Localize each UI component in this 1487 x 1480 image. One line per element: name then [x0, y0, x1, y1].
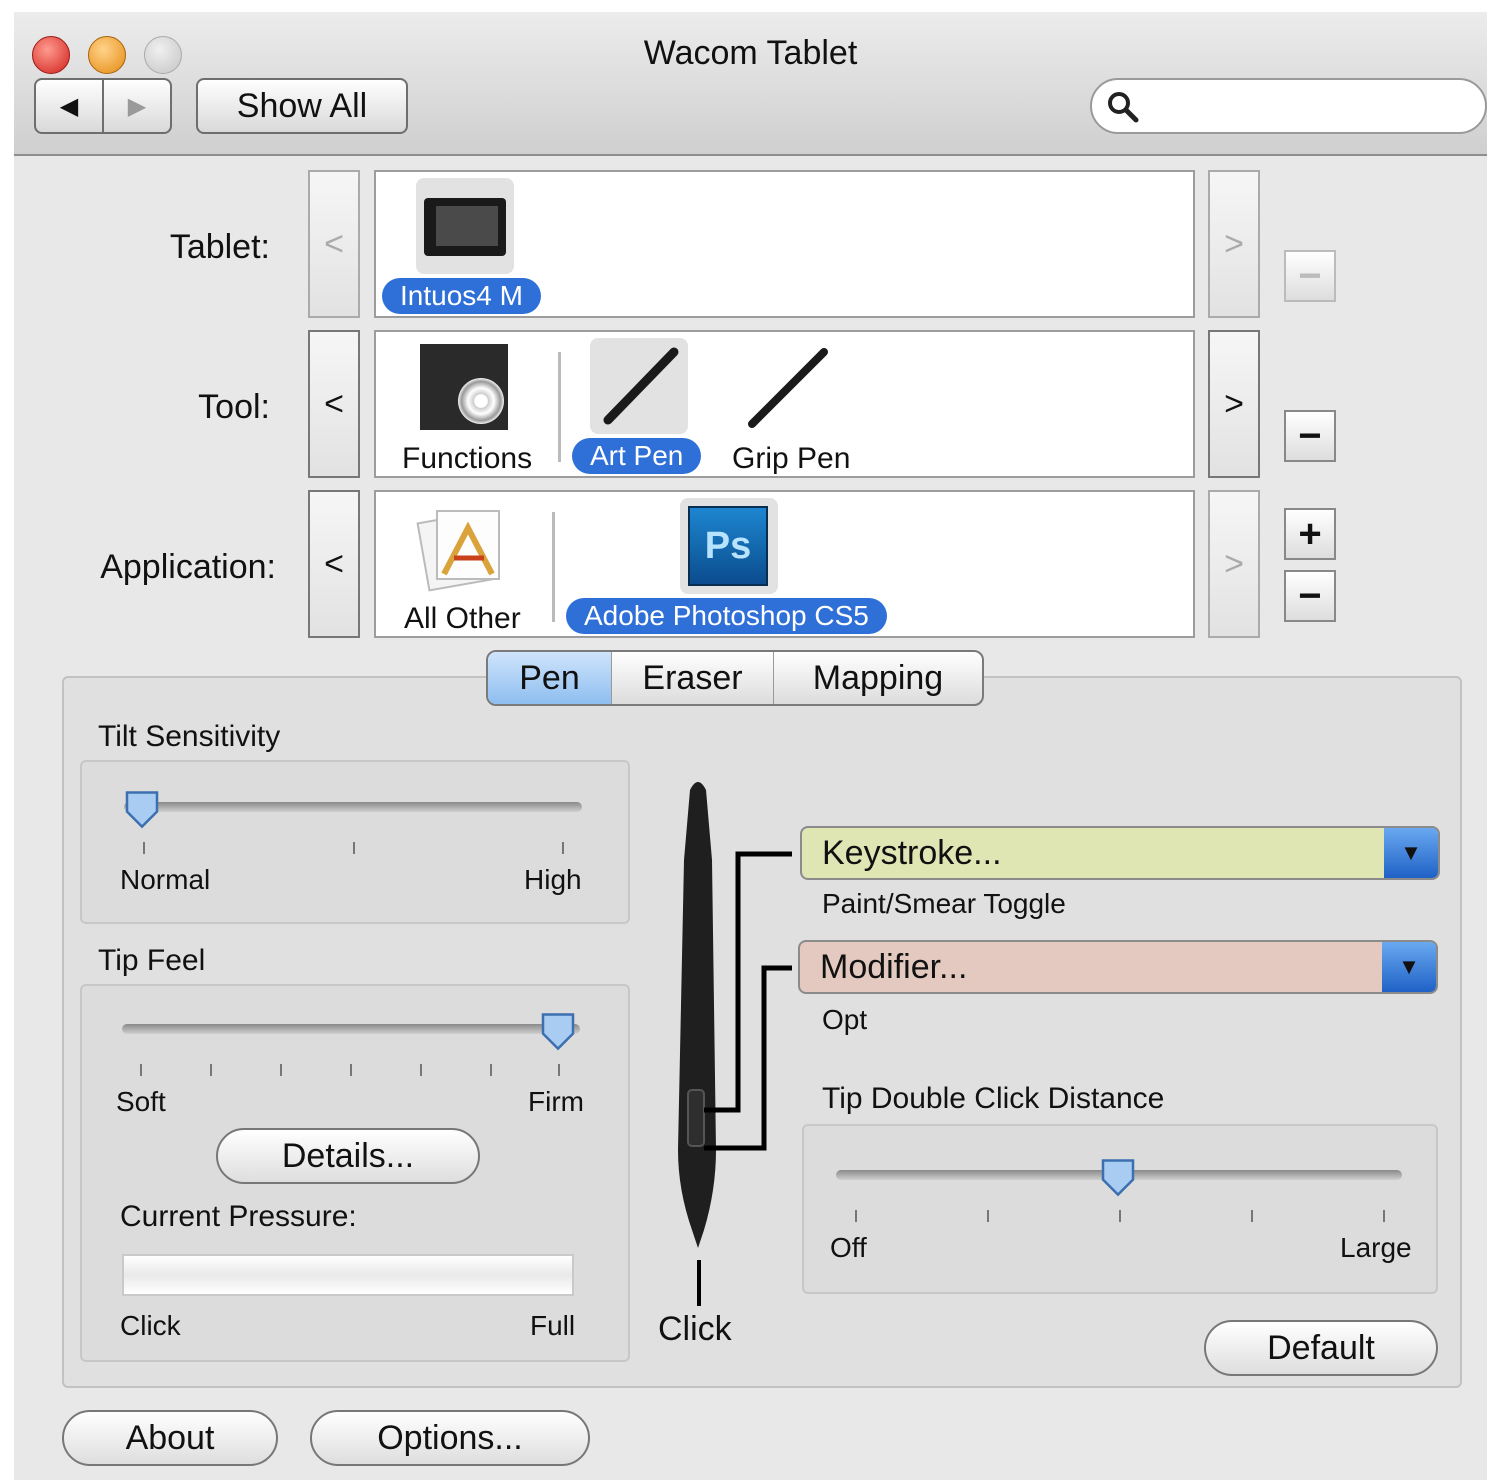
lower-button-value: Modifier... [820, 947, 968, 986]
application-remove-button[interactable]: − [1284, 570, 1336, 622]
photoshop-icon: Ps [680, 498, 778, 594]
tick [855, 1210, 857, 1222]
tip-feel-min-label: Soft [116, 1086, 166, 1117]
pen-illustration [678, 782, 792, 1248]
forward-arrow-icon: ▶ [127, 92, 147, 120]
options-button[interactable]: Options... [310, 1410, 590, 1466]
about-button[interactable]: About [62, 1410, 278, 1466]
divider [552, 512, 555, 622]
art-pen-icon [590, 338, 688, 434]
tick [143, 842, 145, 854]
ps-logo: Ps [688, 506, 768, 586]
double-click-group [802, 1124, 1438, 1294]
tilt-slider-knob[interactable] [122, 790, 162, 830]
pressure-bar [122, 1254, 574, 1296]
tab-eraser[interactable]: Eraser [612, 652, 774, 704]
pressure-max-label: Full [530, 1310, 576, 1341]
tablet-remove-button[interactable]: − [1284, 250, 1336, 302]
tick [490, 1064, 492, 1076]
details-button[interactable]: Details... [216, 1128, 480, 1184]
tip-feel-slider-track[interactable] [122, 1024, 580, 1034]
tool-label: Tool: [198, 388, 270, 426]
upper-button-detail: Paint/Smear Toggle [822, 888, 1066, 919]
chevron-down-icon: ▼ [1384, 828, 1438, 878]
lower-button-detail: Opt [822, 1004, 868, 1035]
tick [1119, 1210, 1121, 1222]
tool-item-functions[interactable]: Functions [402, 442, 532, 476]
pen-tip-line [697, 1260, 701, 1306]
tool-list[interactable]: Functions Art Pen Grip Pen [374, 330, 1195, 478]
application-next-button[interactable]: > [1208, 490, 1260, 638]
tick [140, 1064, 142, 1076]
show-all-button[interactable]: Show All [196, 78, 408, 134]
tick [1251, 1210, 1253, 1222]
current-pressure-title: Current Pressure: [120, 1200, 357, 1233]
application-list[interactable]: All Other Ps Adobe Photoshop CS5 [374, 490, 1195, 638]
window-title: Wacom Tablet [643, 34, 858, 72]
tilt-group [80, 760, 630, 924]
tilt-sensitivity-title: Tilt Sensitivity [98, 720, 281, 753]
application-add-button[interactable]: + [1284, 508, 1336, 560]
tick [280, 1064, 282, 1076]
tick [210, 1064, 212, 1076]
magnifier-icon [1108, 92, 1139, 123]
tilt-min-label: Normal [120, 864, 211, 895]
application-label: Application: [100, 548, 276, 586]
functions-icon [420, 344, 508, 430]
chevron-down-icon: ▼ [1382, 942, 1436, 992]
tip-feel-title: Tip Feel [98, 944, 206, 977]
search-field[interactable] [1090, 78, 1487, 134]
tick [350, 1064, 352, 1076]
tick [420, 1064, 422, 1076]
tab-bar: Pen Eraser Mapping [486, 650, 984, 706]
tool-remove-button[interactable]: − [1284, 410, 1336, 462]
app-item-photoshop[interactable]: Adobe Photoshop CS5 [566, 598, 887, 634]
double-click-title: Tip Double Click Distance [822, 1082, 1165, 1115]
divider [558, 352, 561, 462]
tool-next-button[interactable]: > [1208, 330, 1260, 478]
tablet-next-button[interactable]: > [1208, 170, 1260, 318]
tool-prev-button[interactable]: < [308, 330, 360, 478]
pen-tip-label: Click [658, 1310, 732, 1348]
tick [558, 1064, 560, 1076]
tick [562, 842, 564, 854]
upper-button-popup[interactable]: Keystroke... ▼ [800, 826, 1440, 880]
double-click-min-label: Off [830, 1232, 867, 1263]
grip-pen-icon [736, 338, 834, 434]
tab-mapping[interactable]: Mapping [774, 652, 982, 704]
app-item-all-other[interactable]: All Other [404, 602, 521, 636]
pressure-min-label: Click [120, 1310, 181, 1341]
tip-feel-max-label: Firm [528, 1086, 584, 1117]
double-click-max-label: Large [1340, 1232, 1412, 1263]
lower-button-popup[interactable]: Modifier... ▼ [798, 940, 1438, 994]
tablet-list[interactable]: Intuos4 M [374, 170, 1195, 318]
double-click-slider-knob[interactable] [1098, 1158, 1138, 1198]
application-prev-button[interactable]: < [308, 490, 360, 638]
tool-item-art-pen[interactable]: Art Pen [572, 438, 702, 474]
default-button[interactable]: Default [1204, 1320, 1438, 1376]
tablet-icon [416, 178, 514, 274]
tab-pen[interactable]: Pen [488, 652, 612, 704]
all-other-icon [416, 502, 506, 592]
tick [987, 1210, 989, 1222]
tilt-max-label: High [524, 864, 582, 895]
tip-feel-slider-knob[interactable] [538, 1012, 578, 1052]
tablet-item-intuos4[interactable]: Intuos4 M [382, 278, 541, 314]
tick [1383, 1210, 1385, 1222]
upper-button-value: Keystroke... [822, 833, 1002, 872]
forward-button[interactable]: ▶ [102, 78, 172, 134]
tool-item-grip-pen[interactable]: Grip Pen [732, 442, 850, 476]
tablet-prev-button[interactable]: < [308, 170, 360, 318]
tilt-slider-track[interactable] [124, 802, 582, 812]
tablet-label: Tablet: [169, 228, 270, 266]
back-button[interactable]: ◀ [34, 78, 104, 134]
back-arrow-icon: ◀ [59, 92, 79, 120]
tick [353, 842, 355, 854]
